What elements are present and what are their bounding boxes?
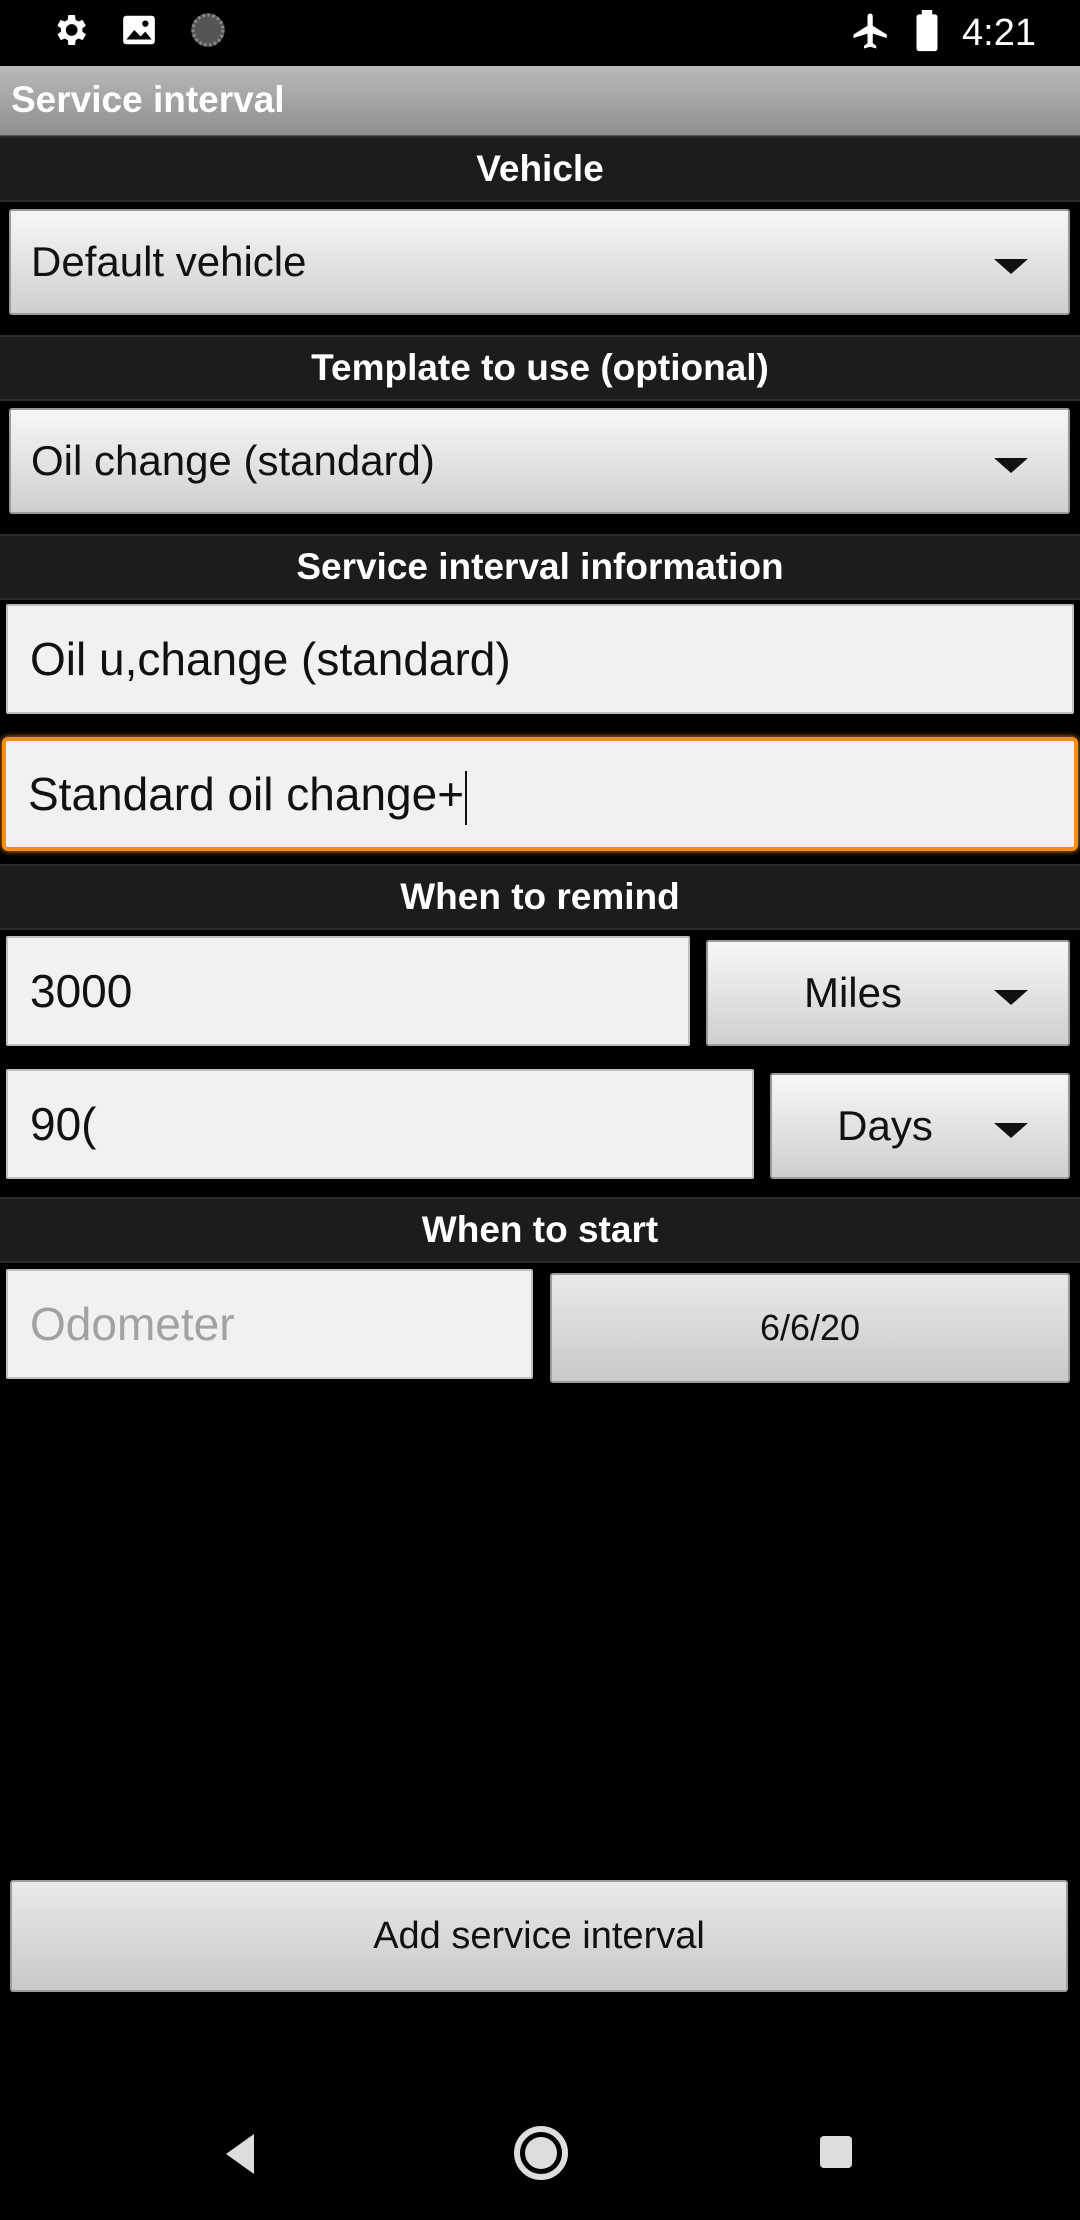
- odometer-placeholder: Odometer: [30, 1298, 235, 1350]
- add-service-interval-button[interactable]: Add service interval: [10, 1880, 1068, 1992]
- battery-icon: [914, 9, 940, 57]
- interval-name-value: Oil u,change (standard): [30, 633, 511, 685]
- interval-description-value: Standard oil change+: [28, 768, 465, 820]
- add-service-interval-label: Add service interval: [373, 1914, 705, 1957]
- template-dropdown[interactable]: Oil change (standard): [9, 408, 1070, 514]
- vehicle-dropdown-value: Default vehicle: [31, 238, 307, 285]
- distance-unit-value: Miles: [803, 969, 902, 1016]
- section-header-vehicle: Vehicle: [0, 136, 1080, 202]
- interval-name-input[interactable]: Oil u,change (standard): [6, 604, 1074, 714]
- dropdown-arrow-icon: [994, 990, 1028, 1005]
- back-icon[interactable]: [220, 2132, 260, 2181]
- home-icon[interactable]: [514, 2126, 568, 2185]
- time-interval-input[interactable]: 90(: [6, 1069, 754, 1179]
- section-header-info: Service interval information: [0, 534, 1080, 600]
- interval-description-input[interactable]: Standard oil change+: [2, 737, 1078, 851]
- page-title: Service interval: [11, 79, 285, 120]
- template-dropdown-value: Oil change (standard): [31, 437, 435, 484]
- section-header-start: When to start: [0, 1197, 1080, 1263]
- navigation-bar: [0, 2080, 1080, 2220]
- airplane-mode-icon: [850, 10, 892, 57]
- section-header-remind: When to remind: [0, 864, 1080, 930]
- distance-interval-value: 3000: [30, 965, 133, 1017]
- dropdown-arrow-icon: [994, 259, 1028, 274]
- time-unit-dropdown[interactable]: Days: [770, 1073, 1070, 1179]
- settings-icon: [50, 10, 90, 55]
- app-title-bar: Service interval: [0, 66, 1080, 136]
- status-time: 4:21: [962, 12, 1036, 54]
- distance-unit-dropdown[interactable]: Miles: [706, 940, 1070, 1046]
- odometer-input[interactable]: Odometer: [6, 1269, 533, 1379]
- recents-icon[interactable]: [818, 2134, 854, 2175]
- section-header-template: Template to use (optional): [0, 335, 1080, 401]
- time-interval-value: 90(: [30, 1098, 97, 1150]
- distance-interval-input[interactable]: 3000: [6, 936, 690, 1046]
- loading-icon: [188, 10, 228, 55]
- start-date-button[interactable]: 6/6/20: [550, 1273, 1070, 1383]
- start-date-label: 6/6/20: [759, 1307, 861, 1348]
- dropdown-arrow-icon: [994, 1123, 1028, 1138]
- image-icon: [120, 11, 158, 54]
- vehicle-dropdown[interactable]: Default vehicle: [9, 209, 1070, 315]
- dropdown-arrow-icon: [994, 458, 1028, 473]
- time-unit-value: Days: [837, 1102, 933, 1149]
- status-bar: 4:21: [0, 0, 1080, 66]
- text-caret: [465, 770, 468, 825]
